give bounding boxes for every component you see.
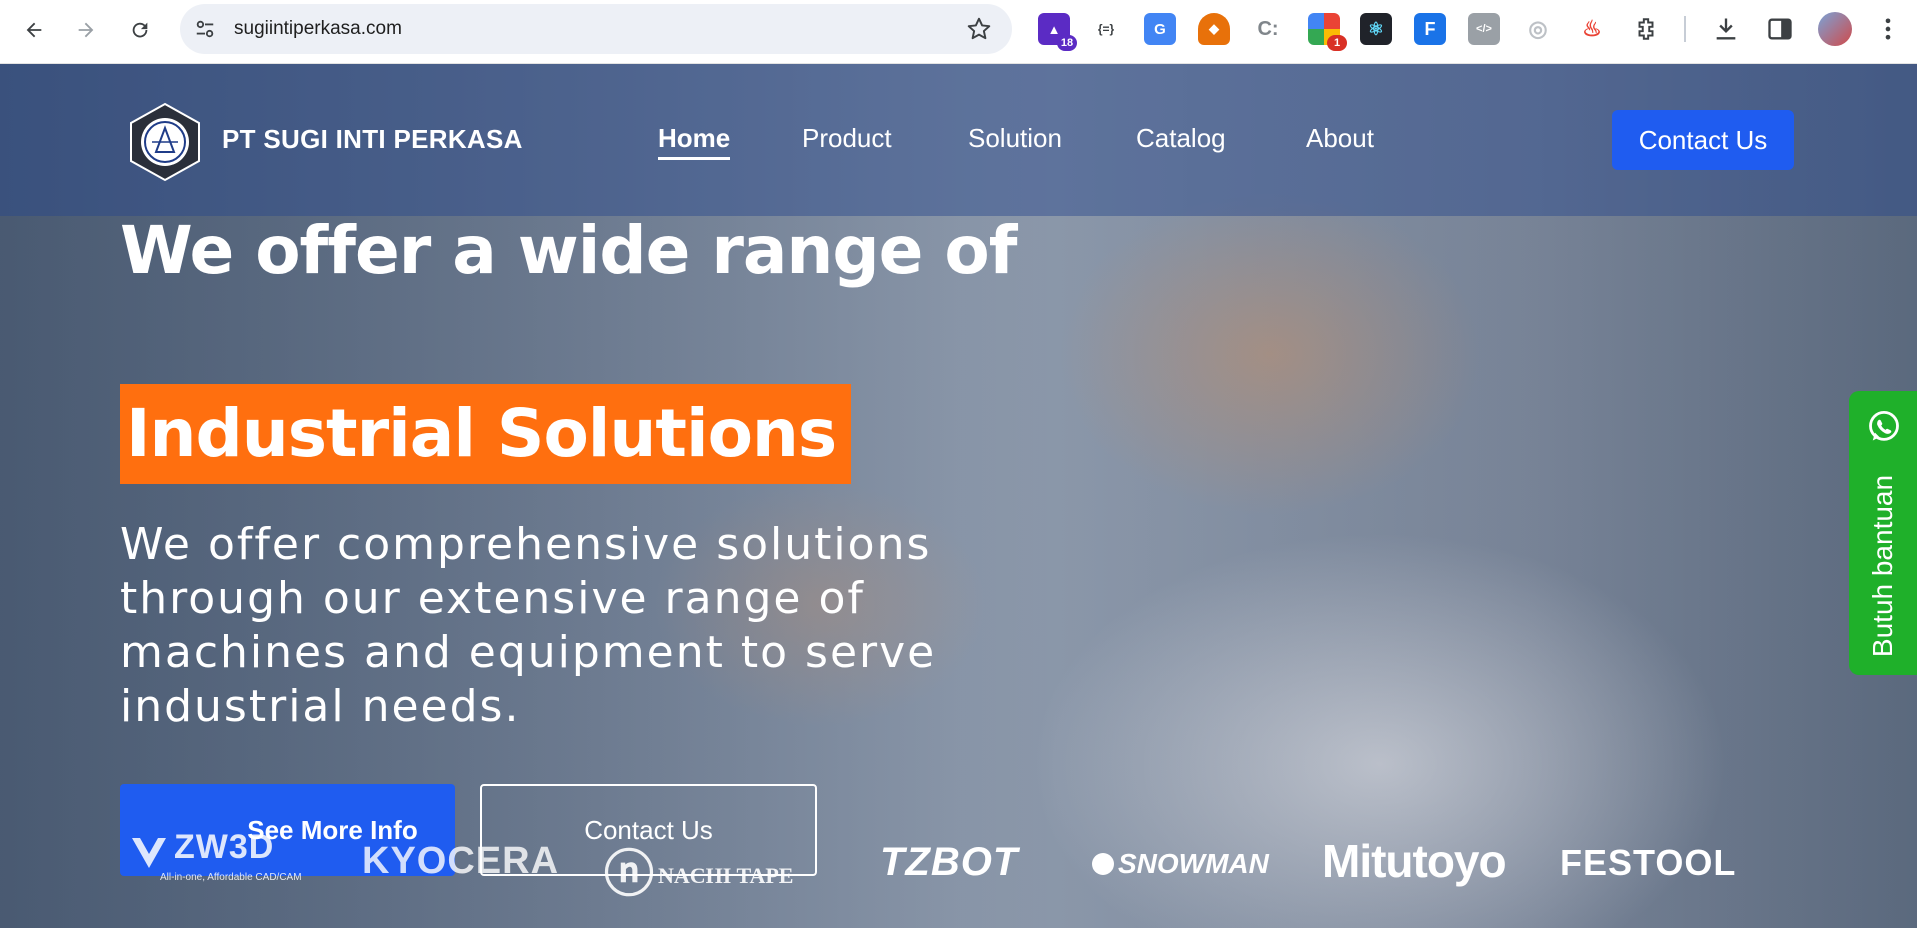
nachi-tape-logo: ⓝ NACHI TAPE [604,834,793,906]
site-settings-icon[interactable] [194,18,216,40]
festool-logo: FESTOOL [1560,842,1737,883]
code-tag-icon[interactable]: </> [1468,13,1500,45]
fire-icon[interactable]: ♨ [1576,13,1608,45]
browser-toolbar: sugiintiperkasa.com ▲ 18 {=} G ◆ C: 1 ⚛ F… [0,0,1917,64]
hero-section: PT SUGI INTI PERKASA Home Product Soluti… [0,64,1917,928]
snowman-dot-icon [1092,853,1114,875]
nachi-mark-icon: ⓝ [604,846,654,902]
arrow-left-icon [26,22,42,38]
arrow-right-icon [78,22,94,38]
extension-badge: 18 [1057,35,1077,51]
puzzle-icon[interactable] [1630,13,1662,45]
toolbar-separator [1684,16,1686,42]
nav-home[interactable]: Home [658,123,731,160]
brand-name[interactable]: PT SUGI INTI PERKASA [222,124,523,155]
fox-icon[interactable]: ◆ [1198,13,1230,45]
nav-catalog[interactable]: Catalog [1136,123,1226,154]
profile-avatar[interactable] [1818,12,1852,46]
google-translate-icon[interactable]: G [1144,13,1176,45]
hero-description: We offer comprehensive solutions through… [120,519,937,732]
side-panel-icon[interactable] [1766,15,1794,43]
company-logo-icon[interactable] [128,102,202,182]
snowman-name: SNOWMAN [1118,848,1269,879]
address-bar[interactable]: sugiintiperkasa.com [180,4,1012,54]
kebab-menu-icon[interactable] [1874,15,1902,43]
download-icon[interactable] [1712,15,1740,43]
url-text[interactable]: sugiintiperkasa.com [234,18,402,40]
bookmark-star-icon[interactable] [966,16,992,42]
color-picker-icon[interactable]: 1 [1308,13,1347,51]
snowman-logo: SNOWMAN [1092,848,1269,880]
font-icon[interactable]: F [1414,13,1446,45]
mitutoyo-logo: Mitutoyo [1322,835,1507,887]
header-contact-button[interactable]: Contact Us [1612,110,1794,170]
zw3d-name: ZW3D [174,828,275,866]
zw3d-tagline: All-in-one, Affordable CAD/CAM [160,872,302,883]
back-button[interactable] [14,10,54,50]
hero-highlight-box: Industrial Solutions [120,384,851,484]
whatsapp-label: Butuh bantuan [1867,474,1898,658]
whatsapp-icon [1869,410,1899,441]
nav-about[interactable]: About [1306,123,1374,154]
nav-product[interactable]: Product [802,123,892,154]
forward-button[interactable] [66,10,106,50]
hero-headline: We offer a wide range of [120,212,1017,289]
whatsapp-help-tab[interactable]: Butuh bantuan [1849,391,1917,675]
tzbot-logo: TZBOT [880,840,1019,884]
zw3d-logo: ZW3D All-in-one, Affordable CAD/CAM [130,828,302,883]
reload-button[interactable] [120,10,160,50]
c-logo-icon[interactable]: C: [1252,13,1284,45]
json-braces-icon[interactable]: {=} [1090,13,1122,45]
kyocera-logo: KYOCERA [362,840,560,882]
nav-solution[interactable]: Solution [968,123,1062,154]
react-icon[interactable]: ⚛ [1360,13,1392,45]
hero-highlight-text: Industrial Solutions [126,395,837,472]
extension-badge: 1 [1327,35,1347,51]
reload-icon [132,22,148,38]
spinner-icon[interactable]: ◎ [1522,13,1554,45]
extensions-puzzle-icon [1638,18,1654,40]
school-cap-icon[interactable]: ▲ 18 [1038,13,1077,51]
nachi-name: NACHI TAPE [658,863,794,888]
